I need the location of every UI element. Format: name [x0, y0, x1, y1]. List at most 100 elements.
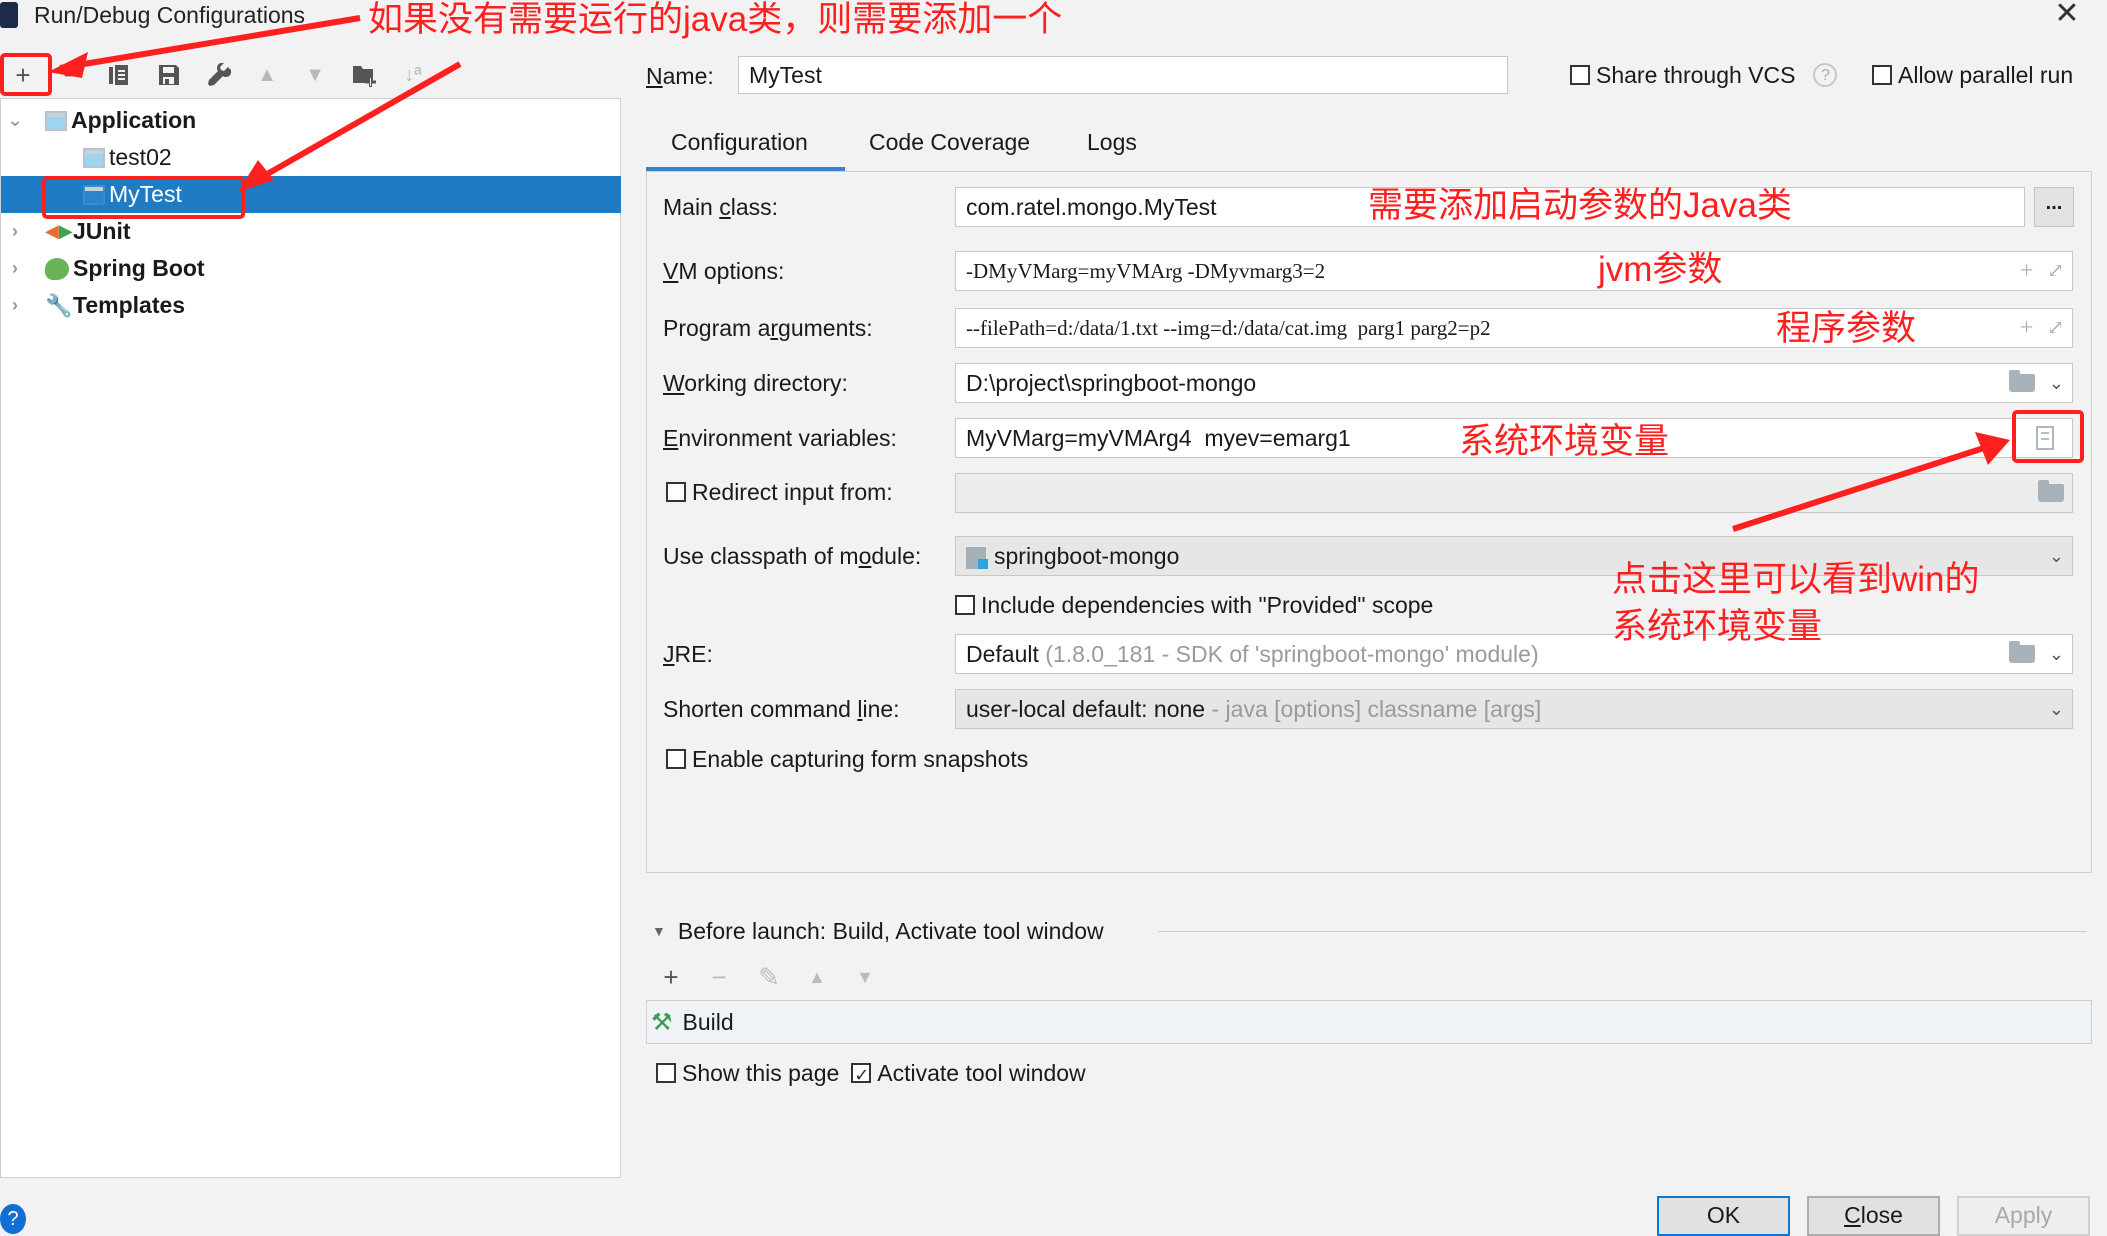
ok-button[interactable]: OK — [1657, 1196, 1790, 1236]
name-label: Name: — [646, 63, 714, 89]
apply-button[interactable]: Apply — [1957, 1196, 2090, 1236]
browse-main-class-button[interactable]: ... — [2034, 187, 2074, 227]
vm-options-value: -DMyVMarg=myVMArg -DMyvmarg3=2 — [966, 259, 1326, 283]
redirect-input-checkbox[interactable] — [666, 482, 686, 502]
tree-item-templates[interactable]: › 🔧 Templates — [1, 287, 621, 324]
folder-icon[interactable] — [2038, 480, 2064, 502]
move-up-button[interactable]: ▲ — [248, 56, 286, 94]
folder-icon[interactable] — [2008, 370, 2035, 392]
chevron-right-icon[interactable]: › — [5, 258, 25, 279]
tree-item-application[interactable]: ⌄ Application — [1, 102, 621, 139]
jre-select[interactable]: Default (1.8.0_181 - SDK of 'springboot-… — [955, 634, 2073, 674]
show-this-page-checkbox[interactable] — [656, 1063, 676, 1083]
save-configuration-button[interactable] — [150, 56, 188, 94]
copy-configuration-button[interactable] — [100, 56, 138, 94]
tree-item-label: Application — [71, 107, 197, 133]
working-directory-label: Working directory: — [663, 370, 848, 396]
app-logo-icon — [0, 2, 18, 28]
annotation-env-button-hint-2: 系统环境变量 — [1612, 607, 1823, 646]
program-arguments-value: --filePath=d:/data/1.txt --img=d:/data/c… — [966, 316, 1491, 340]
expand-icon[interactable]: ⤢ — [2047, 309, 2064, 347]
folder-add-icon — [353, 66, 376, 87]
tab-logs[interactable]: Logs — [1087, 124, 1137, 160]
folder-icon[interactable] — [2008, 641, 2035, 663]
enable-snapshots-checkbox[interactable] — [666, 749, 686, 769]
tree-item-label: test02 — [109, 144, 172, 170]
main-class-label: Main class: — [663, 194, 779, 220]
help-button[interactable]: ? — [0, 1204, 26, 1234]
chevron-down-icon[interactable]: ⌄ — [2049, 690, 2064, 728]
include-provided-checkbox[interactable] — [955, 595, 975, 615]
annotation-vm-hint: jvm参数 — [1598, 250, 1723, 289]
main-class-value: com.ratel.mongo.MyTest — [966, 194, 1217, 220]
vm-options-input[interactable]: -DMyVMarg=myVMArg -DMyvmarg3=2 + ⤢ — [955, 251, 2073, 291]
edit-task-button[interactable]: ✎ — [752, 960, 786, 994]
tree-item-label: JUnit — [73, 218, 131, 244]
environment-variables-label: Environment variables: — [663, 425, 897, 451]
annotation-main-class-hint: 需要添加启动参数的Java类 — [1368, 186, 1792, 225]
add-task-button[interactable]: + — [654, 960, 688, 994]
collapse-triangle-icon[interactable]: ▼ — [652, 913, 666, 949]
activate-tool-window-checkbox[interactable] — [851, 1060, 872, 1090]
plus-icon[interactable]: + — [2020, 252, 2034, 290]
tree-item-spring-boot[interactable]: › Spring Boot — [1, 250, 621, 287]
tab-configuration[interactable]: Configuration — [671, 124, 808, 160]
chevron-down-icon[interactable]: ⌄ — [2049, 537, 2064, 575]
remove-task-button[interactable]: − — [702, 960, 736, 994]
application-icon — [45, 110, 67, 131]
configuration-tree[interactable]: ⌄ Application test02 MyTest › ◀▶ JUnit ›… — [0, 98, 621, 1178]
annotation-env-hint: 系统环境变量 — [1459, 422, 1670, 461]
shorten-command-line-hint: - java [options] classname [args] — [1211, 696, 1542, 722]
annotation-highlight-mytest — [42, 176, 245, 219]
help-icon[interactable]: ? — [1813, 63, 1838, 87]
share-vcs-checkbox[interactable] — [1570, 65, 1590, 85]
new-folder-button[interactable] — [346, 56, 384, 94]
before-launch-task-list[interactable]: ⚒ Build — [646, 1000, 2092, 1044]
name-input[interactable]: MyTest — [738, 56, 1508, 94]
move-down-button[interactable]: ▼ — [296, 56, 334, 94]
close-icon[interactable]: ✕ — [2052, 0, 2082, 30]
section-divider — [1158, 931, 2087, 932]
hammer-icon: ⚒ — [651, 1008, 673, 1036]
spring-boot-icon — [45, 257, 69, 280]
environment-variables-value: MyVMarg=myVMArg4 myev=emarg1 — [966, 425, 1351, 451]
chevron-right-icon[interactable]: › — [5, 221, 25, 242]
show-this-page-option[interactable]: Show this page Activate tool window — [656, 1058, 1086, 1090]
redirect-input-label: Redirect input from: — [692, 479, 893, 505]
allow-parallel-option[interactable]: Allow parallel run — [1872, 60, 2073, 90]
chevron-down-icon[interactable]: ⌄ — [2049, 364, 2064, 402]
jre-label: JRE: — [663, 641, 713, 667]
annotation-highlight-add — [0, 53, 52, 96]
move-task-up-button[interactable]: ▲ — [800, 960, 834, 994]
tab-code-coverage[interactable]: Code Coverage — [869, 124, 1030, 160]
tree-item-test02[interactable]: test02 — [1, 139, 621, 176]
save-icon — [159, 65, 179, 85]
expand-icon[interactable]: ⤢ — [2047, 252, 2064, 290]
plus-icon[interactable]: + — [2020, 309, 2034, 347]
allow-parallel-checkbox[interactable] — [1872, 65, 1892, 85]
task-item-build[interactable]: ⚒ Build — [651, 1001, 734, 1043]
redirect-input-option[interactable]: Redirect input from: — [666, 477, 893, 507]
remove-configuration-button[interactable]: − — [52, 56, 90, 94]
jre-value: Default — [966, 641, 1039, 667]
shorten-command-line-select[interactable]: user-local default: none - java [options… — [955, 689, 2073, 729]
close-button[interactable]: Close — [1807, 1196, 1940, 1236]
include-provided-option[interactable]: Include dependencies with "Provided" sco… — [955, 590, 1433, 620]
sort-button[interactable]: ↓ª — [394, 56, 432, 94]
redirect-input-field[interactable] — [955, 473, 2073, 513]
wrench-icon: 🔧 — [45, 292, 73, 318]
edit-defaults-button[interactable] — [200, 56, 238, 94]
chevron-right-icon[interactable]: › — [5, 295, 25, 316]
move-task-down-button[interactable]: ▼ — [848, 960, 882, 994]
working-directory-input[interactable]: D:\project\springboot-mongo ⌄ — [955, 363, 2073, 403]
enable-snapshots-option[interactable]: Enable capturing form snapshots — [666, 744, 1028, 774]
classpath-module-label: Use classpath of module: — [663, 543, 922, 569]
allow-parallel-label: Allow parallel run — [1898, 62, 2074, 88]
before-launch-header[interactable]: ▼ Before launch: Build, Activate tool wi… — [652, 913, 1104, 949]
vm-options-label: VM options: — [663, 258, 785, 284]
chevron-down-icon[interactable]: ⌄ — [2049, 635, 2064, 673]
include-provided-label: Include dependencies with "Provided" sco… — [981, 592, 1434, 618]
chevron-down-icon[interactable]: ⌄ — [5, 110, 25, 131]
classpath-module-value: springboot-mongo — [994, 543, 1180, 569]
share-vcs-option[interactable]: Share through VCS ? — [1570, 60, 1838, 90]
